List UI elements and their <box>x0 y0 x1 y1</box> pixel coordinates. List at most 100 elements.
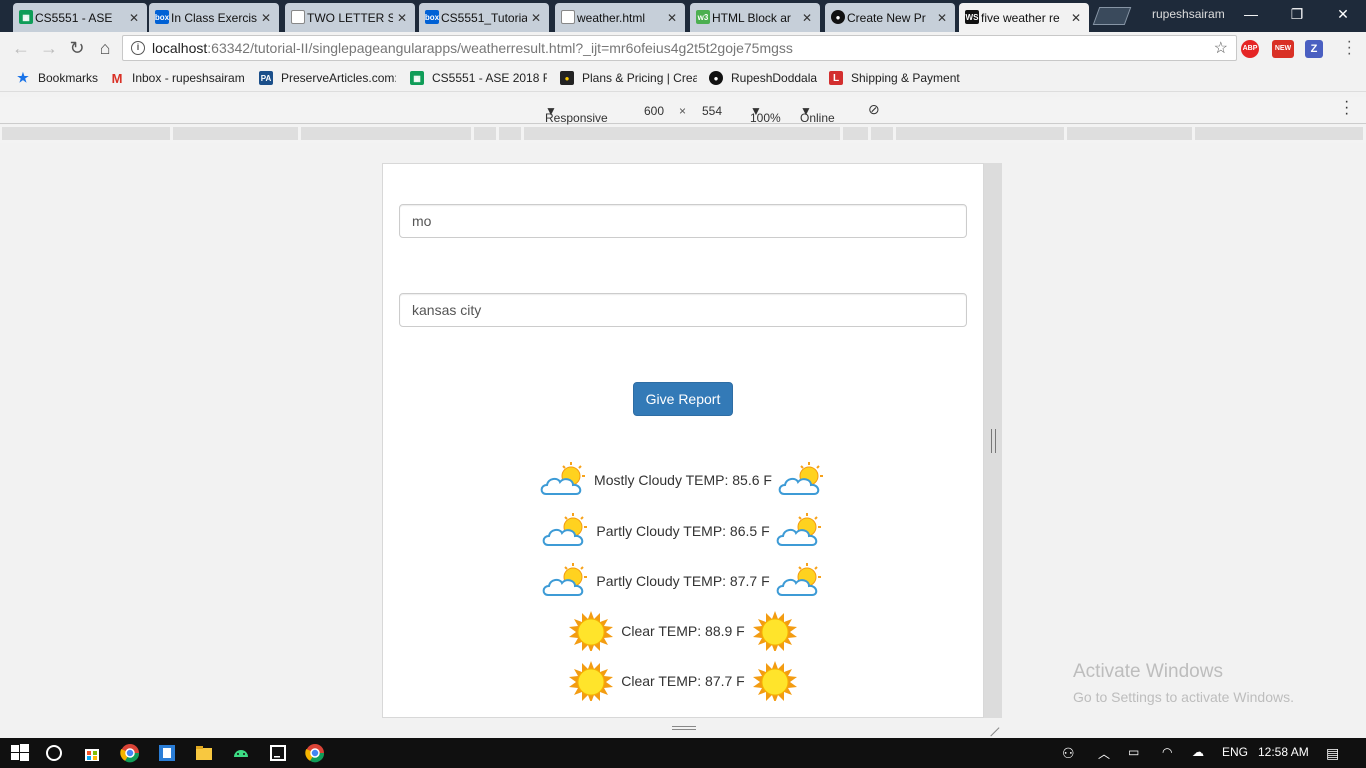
store-icon[interactable] <box>82 743 102 763</box>
media-query-segment[interactable] <box>896 127 1064 140</box>
window-close-icon[interactable]: ✕ <box>1320 5 1366 25</box>
network-throttle-select[interactable]: Online ▼ <box>800 104 835 125</box>
close-icon[interactable]: ✕ <box>397 11 407 25</box>
profile-name[interactable]: rupeshsairam <box>1152 7 1225 21</box>
chrome-menu-icon[interactable]: · · · <box>1347 34 1352 62</box>
cortana-icon[interactable] <box>44 743 64 763</box>
bookmark-item[interactable]: ● Plans & Pricing | Crea <box>560 71 697 85</box>
browser-tabstrip: ▦ CS5551 - ASE ✕ box In Class Exercise ✕… <box>0 0 1366 32</box>
adblock-icon[interactable]: ABP <box>1241 40 1259 58</box>
forecast-row: Clear TEMP: 87.7 F <box>383 661 983 701</box>
partly-cloudy-icon <box>540 461 587 495</box>
media-query-bar <box>0 125 1366 143</box>
tab-label: TWO LETTER S <box>307 10 393 25</box>
media-query-segment[interactable] <box>1195 127 1363 140</box>
tab-label: CS5551 - ASE <box>35 10 113 25</box>
forecast-text: Clear TEMP: 87.7 F <box>621 673 745 689</box>
media-query-segment[interactable] <box>474 127 496 140</box>
action-center-icon[interactable]: ▤ <box>1326 745 1339 762</box>
close-icon[interactable]: ✕ <box>531 11 541 25</box>
devtools-menu-icon[interactable]: · · · <box>1344 94 1349 122</box>
restore-icon[interactable]: ❐ <box>1274 5 1320 25</box>
reload-icon[interactable]: ↻ <box>66 37 88 59</box>
tab-five-weather[interactable]: WS five weather re ✕ <box>959 3 1089 32</box>
document-icon <box>291 10 305 24</box>
tab-cs5551-ase[interactable]: ▦ CS5551 - ASE ✕ <box>13 3 147 32</box>
info-icon[interactable]: i <box>131 41 145 55</box>
tray-chevron-icon[interactable]: ︿ <box>1098 745 1110 762</box>
people-icon[interactable]: ⚇ <box>1062 745 1075 762</box>
star-icon: ★ <box>17 71 29 85</box>
bookmark-label: Inbox - rupeshsairam <box>132 71 245 85</box>
android-studio-icon[interactable] <box>231 743 251 763</box>
tab-weather-html[interactable]: weather.html ✕ <box>555 3 685 32</box>
device-mode-select[interactable]: Responsive ▼ <box>545 104 608 125</box>
bookmark-label: Shipping & Payment <box>851 71 960 85</box>
extension-z-icon[interactable]: Z <box>1305 40 1323 58</box>
forecast-row: Partly Cloudy TEMP: 86.5 F <box>383 511 983 551</box>
tab-two-letter[interactable]: TWO LETTER S ✕ <box>285 3 415 32</box>
resize-handle-right[interactable] <box>984 163 1002 718</box>
new-tab-button[interactable] <box>1092 7 1132 25</box>
tab-create-new[interactable]: ● Create New Pr ✕ <box>825 3 955 32</box>
battery-icon[interactable]: ▭ <box>1128 745 1139 759</box>
bookmark-item[interactable]: ★ Bookmarks <box>16 71 106 85</box>
address-bar[interactable]: i localhost:63342/tutorial-II/singlepage… <box>122 35 1237 61</box>
bookmark-item[interactable]: PA PreserveArticles.com: <box>259 71 396 85</box>
minimize-icon[interactable]: — <box>1228 5 1274 25</box>
close-icon[interactable]: ✕ <box>261 11 271 25</box>
close-icon[interactable]: ✕ <box>937 11 947 25</box>
media-query-segment[interactable] <box>499 127 521 140</box>
file-explorer-icon[interactable] <box>194 743 214 763</box>
language-indicator[interactable]: ENG <box>1222 745 1248 759</box>
media-query-segment[interactable] <box>524 127 840 140</box>
bookmark-item[interactable]: M Inbox - rupeshsairam <box>110 71 245 85</box>
windows-taskbar: ⚇ ︿ ▭ ◠ ☁ ENG 12:58 AM ▤ <box>0 738 1366 768</box>
bookmark-star-icon[interactable]: ☆ <box>1214 38 1228 58</box>
media-query-segment[interactable] <box>2 127 170 140</box>
app-taskbar-icon[interactable] <box>157 743 177 763</box>
city-input[interactable] <box>399 293 967 327</box>
activate-windows-watermark: Activate Windows Go to Settings to activ… <box>1073 661 1294 705</box>
chrome-taskbar-icon-2[interactable] <box>305 743 325 763</box>
viewport-width-input[interactable]: 600 <box>644 104 664 118</box>
tab-label: CS5551_Tutorial <box>441 10 527 25</box>
chrome-taskbar-icon[interactable] <box>120 743 140 763</box>
bookmark-item[interactable]: ● RupeshDoddala <box>709 71 821 85</box>
clock[interactable]: 12:58 AM <box>1258 745 1309 759</box>
wifi-icon[interactable]: ◠ <box>1162 745 1172 759</box>
home-icon[interactable]: ⌂ <box>94 37 116 59</box>
media-query-segment[interactable] <box>843 127 868 140</box>
cloud-upload-icon[interactable]: ☁ <box>1192 745 1204 759</box>
close-icon[interactable]: ✕ <box>802 11 812 25</box>
forward-icon[interactable]: → <box>38 37 60 59</box>
partly-cloudy-icon <box>542 512 589 546</box>
document-icon <box>561 10 575 24</box>
media-query-segment[interactable] <box>173 127 298 140</box>
resize-handle-bottom[interactable] <box>382 718 1002 738</box>
extension-new-icon[interactable]: NEW <box>1272 40 1294 58</box>
close-icon[interactable]: ✕ <box>129 11 139 25</box>
webstorm-taskbar-icon[interactable] <box>268 743 288 763</box>
back-icon[interactable]: ← <box>10 37 32 59</box>
bookmark-item[interactable]: L Shipping & Payment <box>829 71 969 85</box>
partly-cloudy-icon <box>776 562 822 596</box>
rotate-icon[interactable]: ⊘ <box>868 101 880 118</box>
viewport-height-input[interactable]: 554 <box>702 104 722 118</box>
media-query-segment[interactable] <box>871 127 893 140</box>
state-input[interactable] <box>399 204 967 238</box>
tab-html-block[interactable]: w3 HTML Block ar ✕ <box>690 3 820 32</box>
close-icon[interactable]: ✕ <box>1071 11 1081 25</box>
windows-start-icon[interactable] <box>10 743 30 763</box>
give-report-button[interactable]: Give Report <box>633 382 733 416</box>
media-query-segment[interactable] <box>301 127 471 140</box>
zoom-select[interactable]: 100% ▼ <box>750 104 781 125</box>
close-icon[interactable]: ✕ <box>667 11 677 25</box>
tab-cs5551-tutorial[interactable]: box CS5551_Tutorial ✕ <box>419 3 549 32</box>
bookmark-item[interactable]: ▦ CS5551 - ASE 2018 Fa <box>410 71 547 85</box>
tab-in-class-exercise[interactable]: box In Class Exercise ✕ <box>149 3 279 32</box>
partly-cloudy-icon <box>778 461 824 495</box>
media-query-segment[interactable] <box>1067 127 1192 140</box>
bulb-icon: ● <box>560 71 574 85</box>
tab-label: Create New Pr <box>847 10 926 25</box>
